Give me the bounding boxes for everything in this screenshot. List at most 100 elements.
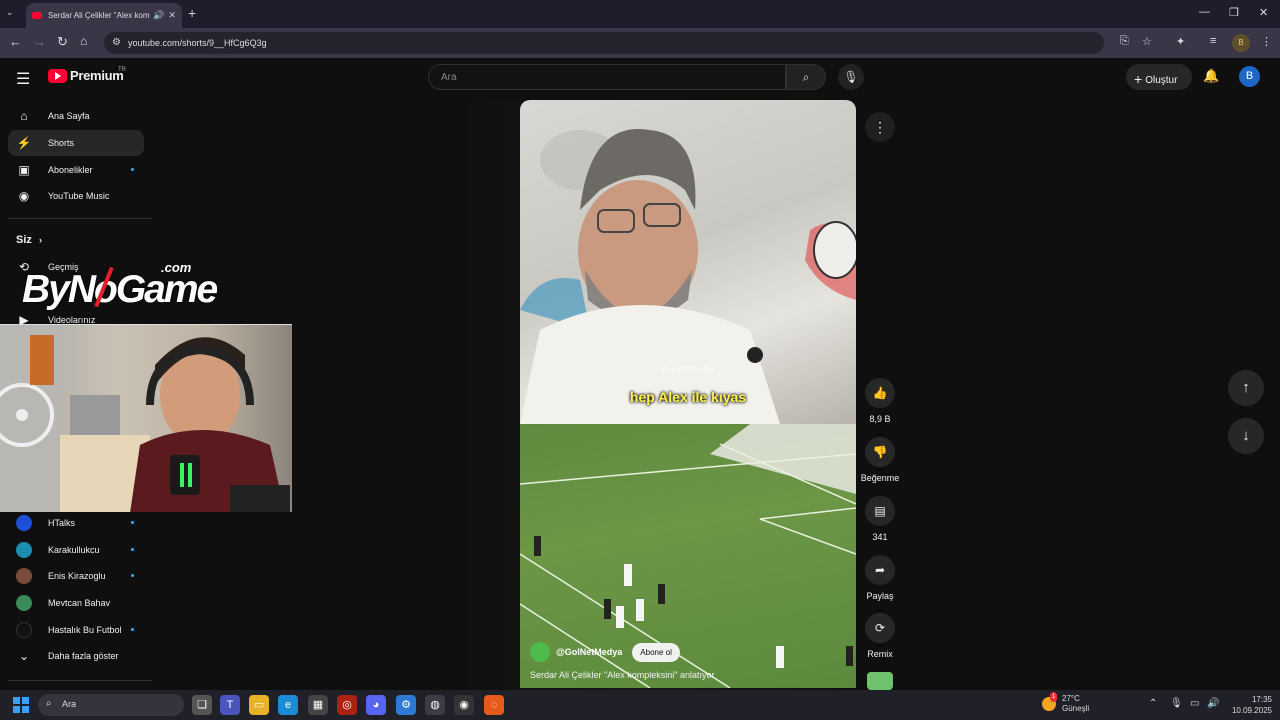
back-icon[interactable]: ← [9,34,22,49]
taskbar-clock[interactable]: 17:35 10.09.2025 [1224,694,1272,716]
search-button[interactable]: ⌕ [786,64,826,90]
home-icon: ⌂ [20,109,28,123]
tray-microphone-icon[interactable]: 🎙 [1170,698,1183,709]
taskbar-search-input[interactable]: ⌕ Ara [38,694,184,716]
tab-audio-icon[interactable]: 🔊 [153,10,164,21]
remix-icon[interactable]: ⟳ [865,613,895,643]
tray-chevron-up-icon[interactable]: ⌃ [1149,698,1157,709]
share-icon[interactable]: ➦ [865,555,895,585]
sidebar-item-subscriptions[interactable]: ▣ Abonelikler [8,157,144,183]
like-icon[interactable]: 👍 [865,378,895,408]
like-action[interactable]: 👍 8,9 B [857,378,903,424]
media-controls-icon[interactable]: ≡ [1210,35,1216,47]
cast-icon[interactable]: ⎘ [1120,35,1129,48]
chevron-right-icon: › [38,235,42,245]
sidebar-channel-hastalik-bu-futbol[interactable]: Hastalık Bu Futbol [8,617,144,643]
guide-menu-icon[interactable]: ☰ [16,69,30,89]
share-action[interactable]: ➦ Paylaş [857,555,903,601]
browser-toolbar: ← → ↻ ⌂ ⚙ youtube.com/shorts/9__HfCg6Q3g… [0,28,1280,58]
streamer-webcam-overlay [0,324,292,512]
discord-icon[interactable]: ◕ [366,695,386,715]
browser-tab-bar: ⌄ Serdar Ali Çelikler "Alex kom 🔊 ✕ + — … [0,0,1280,28]
previous-short-button[interactable]: ↑ [1228,370,1264,406]
remix-label: Remix [867,649,893,659]
steam-icon[interactable]: ⚙ [396,695,416,715]
channel-avatar[interactable] [530,642,550,662]
channel-avatar [16,568,32,584]
store-icon[interactable]: ▦ [308,695,328,715]
channel-name: Enis Kirazoglu [48,571,106,581]
home-button-icon[interactable]: ⌂ [80,34,87,48]
maximize-icon[interactable]: ❐ [1229,6,1239,19]
antivirus-icon[interactable]: ◎ [337,695,357,715]
new-tab-button[interactable]: + [188,5,196,21]
voice-search-button[interactable]: 🎙 [838,64,864,90]
browser-menu-icon[interactable]: ⋮ [1261,35,1272,48]
new-content-dot [131,521,134,524]
obs-icon[interactable]: ◉ [454,695,474,715]
youtube-premium-logo[interactable]: Premium TR [48,67,126,83]
origin-icon[interactable]: ◌ [484,695,504,715]
tab-close-icon[interactable]: ✕ [168,10,176,21]
dislike-action[interactable]: 👎 Beğenme [857,437,903,483]
sidebar-item-shorts[interactable]: ⚡ Shorts [8,130,144,156]
dislike-icon[interactable]: 👎 [865,437,895,467]
extensions-icon[interactable]: ✦ [1176,35,1185,48]
address-bar[interactable]: ⚙ youtube.com/shorts/9__HfCg6Q3g [104,32,1104,54]
sidebar-channel-htalks[interactable]: HTalks [8,510,144,536]
chevron-down-icon: ⌄ [18,649,30,663]
sidebar-show-more[interactable]: ⌄ Daha fazla göster [8,643,144,669]
new-content-dot [131,574,134,577]
new-content-dot [131,548,134,551]
sidebar-channel-mevtcan-bahav[interactable]: Mevtcan Bahav [8,590,144,616]
you-section-label: Siz [16,234,32,246]
minimize-icon[interactable]: — [1199,6,1210,18]
task-view-icon[interactable]: ❏ [192,695,212,715]
comments-action[interactable]: ▤ 341 [857,496,903,542]
sidebar-item-youtube-music[interactable]: ◉ YouTube Music [8,183,144,209]
shorts-video-player[interactable]: @golnetmedya hep Alex ile kıyas @GolNetM… [520,100,856,688]
file-explorer-icon[interactable]: ▭ [249,695,269,715]
chrome-icon[interactable]: ◍ [425,695,445,715]
sidebar-item-home[interactable]: ⌂ Ana Sayfa [8,103,144,129]
sidebar-you-section[interactable]: Siz › [16,234,42,246]
edge-icon[interactable]: e [278,695,298,715]
sidebar-channel-enis-kirazoglu[interactable]: Enis Kirazoglu [8,563,144,589]
channel-handle[interactable]: @GolNetMedya [556,647,622,657]
taskbar-search-placeholder: Ara [62,699,77,709]
like-count: 8,9 B [869,414,891,424]
tray-volume-icon[interactable]: 🔊 [1207,698,1219,709]
sidebar-item-label: YouTube Music [48,191,110,201]
forward-icon[interactable]: → [33,34,46,49]
tray-network-icon[interactable]: ▭ [1190,698,1199,709]
clock-date: 10.09.2025 [1231,706,1272,715]
remix-action[interactable]: ⟳ Remix [857,613,903,659]
notifications-bell-icon[interactable]: 🔔 [1203,68,1219,84]
more-options-button[interactable]: ⋮ [865,112,895,142]
account-avatar[interactable]: B [1239,66,1260,87]
site-info-icon[interactable]: ⚙ [112,37,121,48]
more-vertical-icon: ⋮ [873,119,887,135]
windows-start-icon[interactable] [13,697,29,713]
sidebar-channel-karakullukcu[interactable]: Karakullukcu [8,537,144,563]
window-close-icon[interactable]: ✕ [1259,6,1268,19]
browser-tab-active[interactable]: Serdar Ali Çelikler "Alex kom 🔊 ✕ [26,3,182,28]
subscribe-button[interactable]: Abone ol [632,642,680,662]
reload-icon[interactable]: ↻ [57,34,68,50]
comment-icon[interactable]: ▤ [865,496,895,526]
search-input[interactable]: Ara [428,64,786,90]
sound-thumbnail[interactable] [867,672,893,690]
short-title[interactable]: Serdar Ali Çelikler "Alex kompleksini" a… [530,670,714,680]
sidebar-divider [8,218,152,219]
teams-icon[interactable]: T [220,695,240,715]
new-content-dot [131,168,134,171]
bookmark-star-icon[interactable]: ☆ [1142,35,1152,48]
clock-time: 17:35 [1251,695,1272,704]
next-short-button[interactable]: ↓ [1228,418,1264,454]
tab-search-icon[interactable]: ⌄ [6,7,14,18]
bynogame-watermark: .com ByNoGame [18,258,218,311]
create-button[interactable]: + Oluştur [1126,64,1192,90]
windows-taskbar: ⌕ Ara ❏ T ▭ e ▦ ◎ ◕ ⚙ ◍ ◉ ◌ 1 27°C Güneş… [0,690,1280,720]
watermark-main: ByNoGame [22,268,218,311]
browser-profile-avatar[interactable]: B [1232,34,1250,52]
